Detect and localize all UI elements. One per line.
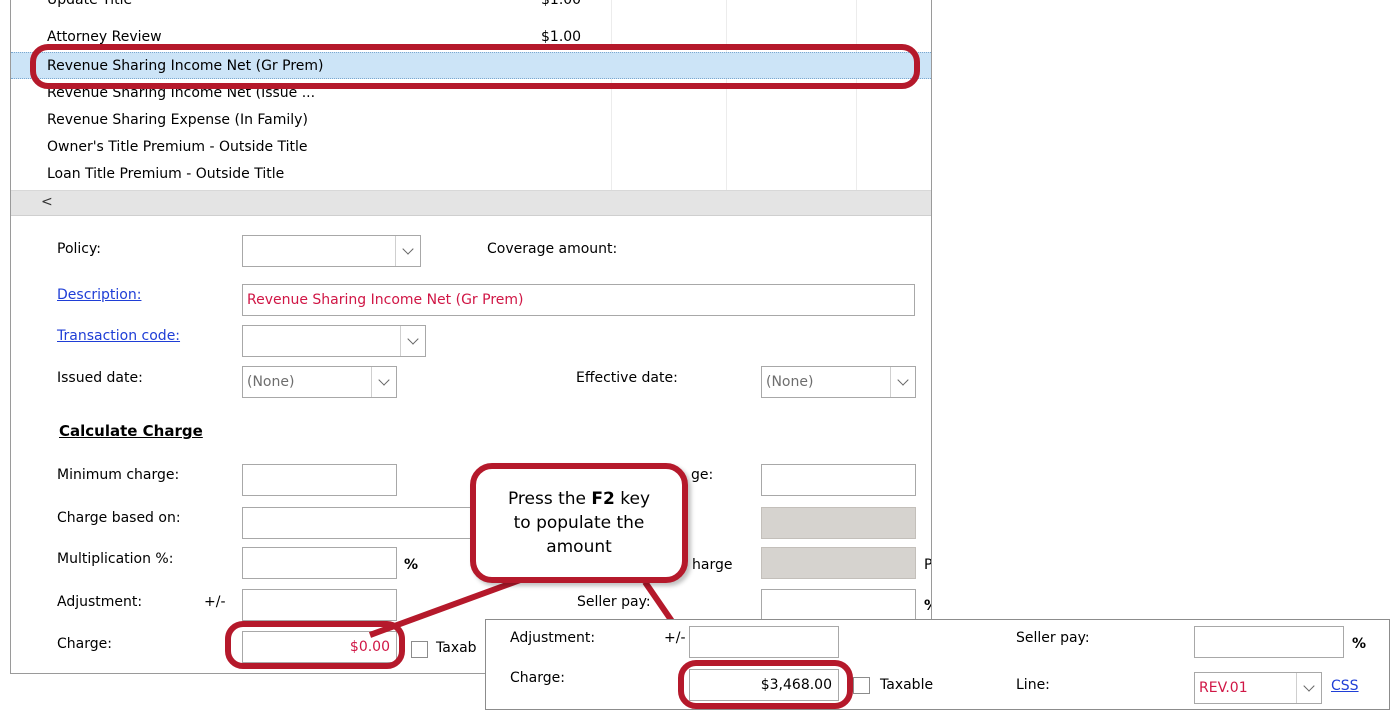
callout-line: key bbox=[614, 489, 651, 509]
key-name: F2 bbox=[591, 489, 615, 509]
taxable-label: Taxable bbox=[880, 677, 934, 693]
dropdown-button[interactable] bbox=[1296, 673, 1321, 703]
chevron-down-icon bbox=[1303, 680, 1315, 692]
plus-minus-label: +/- bbox=[664, 630, 686, 646]
adjustment-field[interactable] bbox=[689, 626, 839, 658]
callout-text: Press the F2 key to populate the amount bbox=[508, 487, 650, 559]
callout-line: amount bbox=[546, 537, 612, 557]
callout-connector bbox=[368, 577, 703, 664]
seller-pay-field[interactable] bbox=[1194, 626, 1344, 658]
zoom-inset: Adjustment: +/- Seller pay: % Charge: $3… bbox=[485, 619, 1390, 710]
seller-pay-label: Seller pay: bbox=[1016, 630, 1090, 646]
callout-line: to populate the bbox=[513, 513, 645, 533]
taxable-checkbox[interactable] bbox=[853, 677, 870, 694]
css-link[interactable]: CSS bbox=[1331, 678, 1359, 694]
adjustment-label: Adjustment: bbox=[510, 630, 596, 646]
line-label: Line: bbox=[1016, 677, 1050, 693]
callout-line: Press the bbox=[507, 489, 592, 509]
charge-label: Charge: bbox=[510, 670, 565, 686]
line-value: REV.01 bbox=[1199, 680, 1248, 696]
charge-highlight bbox=[225, 621, 405, 669]
line-select[interactable]: REV.01 bbox=[1194, 672, 1322, 704]
callout-bubble: Press the F2 key to populate the amount bbox=[470, 463, 688, 583]
percent-label: % bbox=[1352, 636, 1367, 652]
zoom-charge-highlight bbox=[678, 660, 853, 709]
